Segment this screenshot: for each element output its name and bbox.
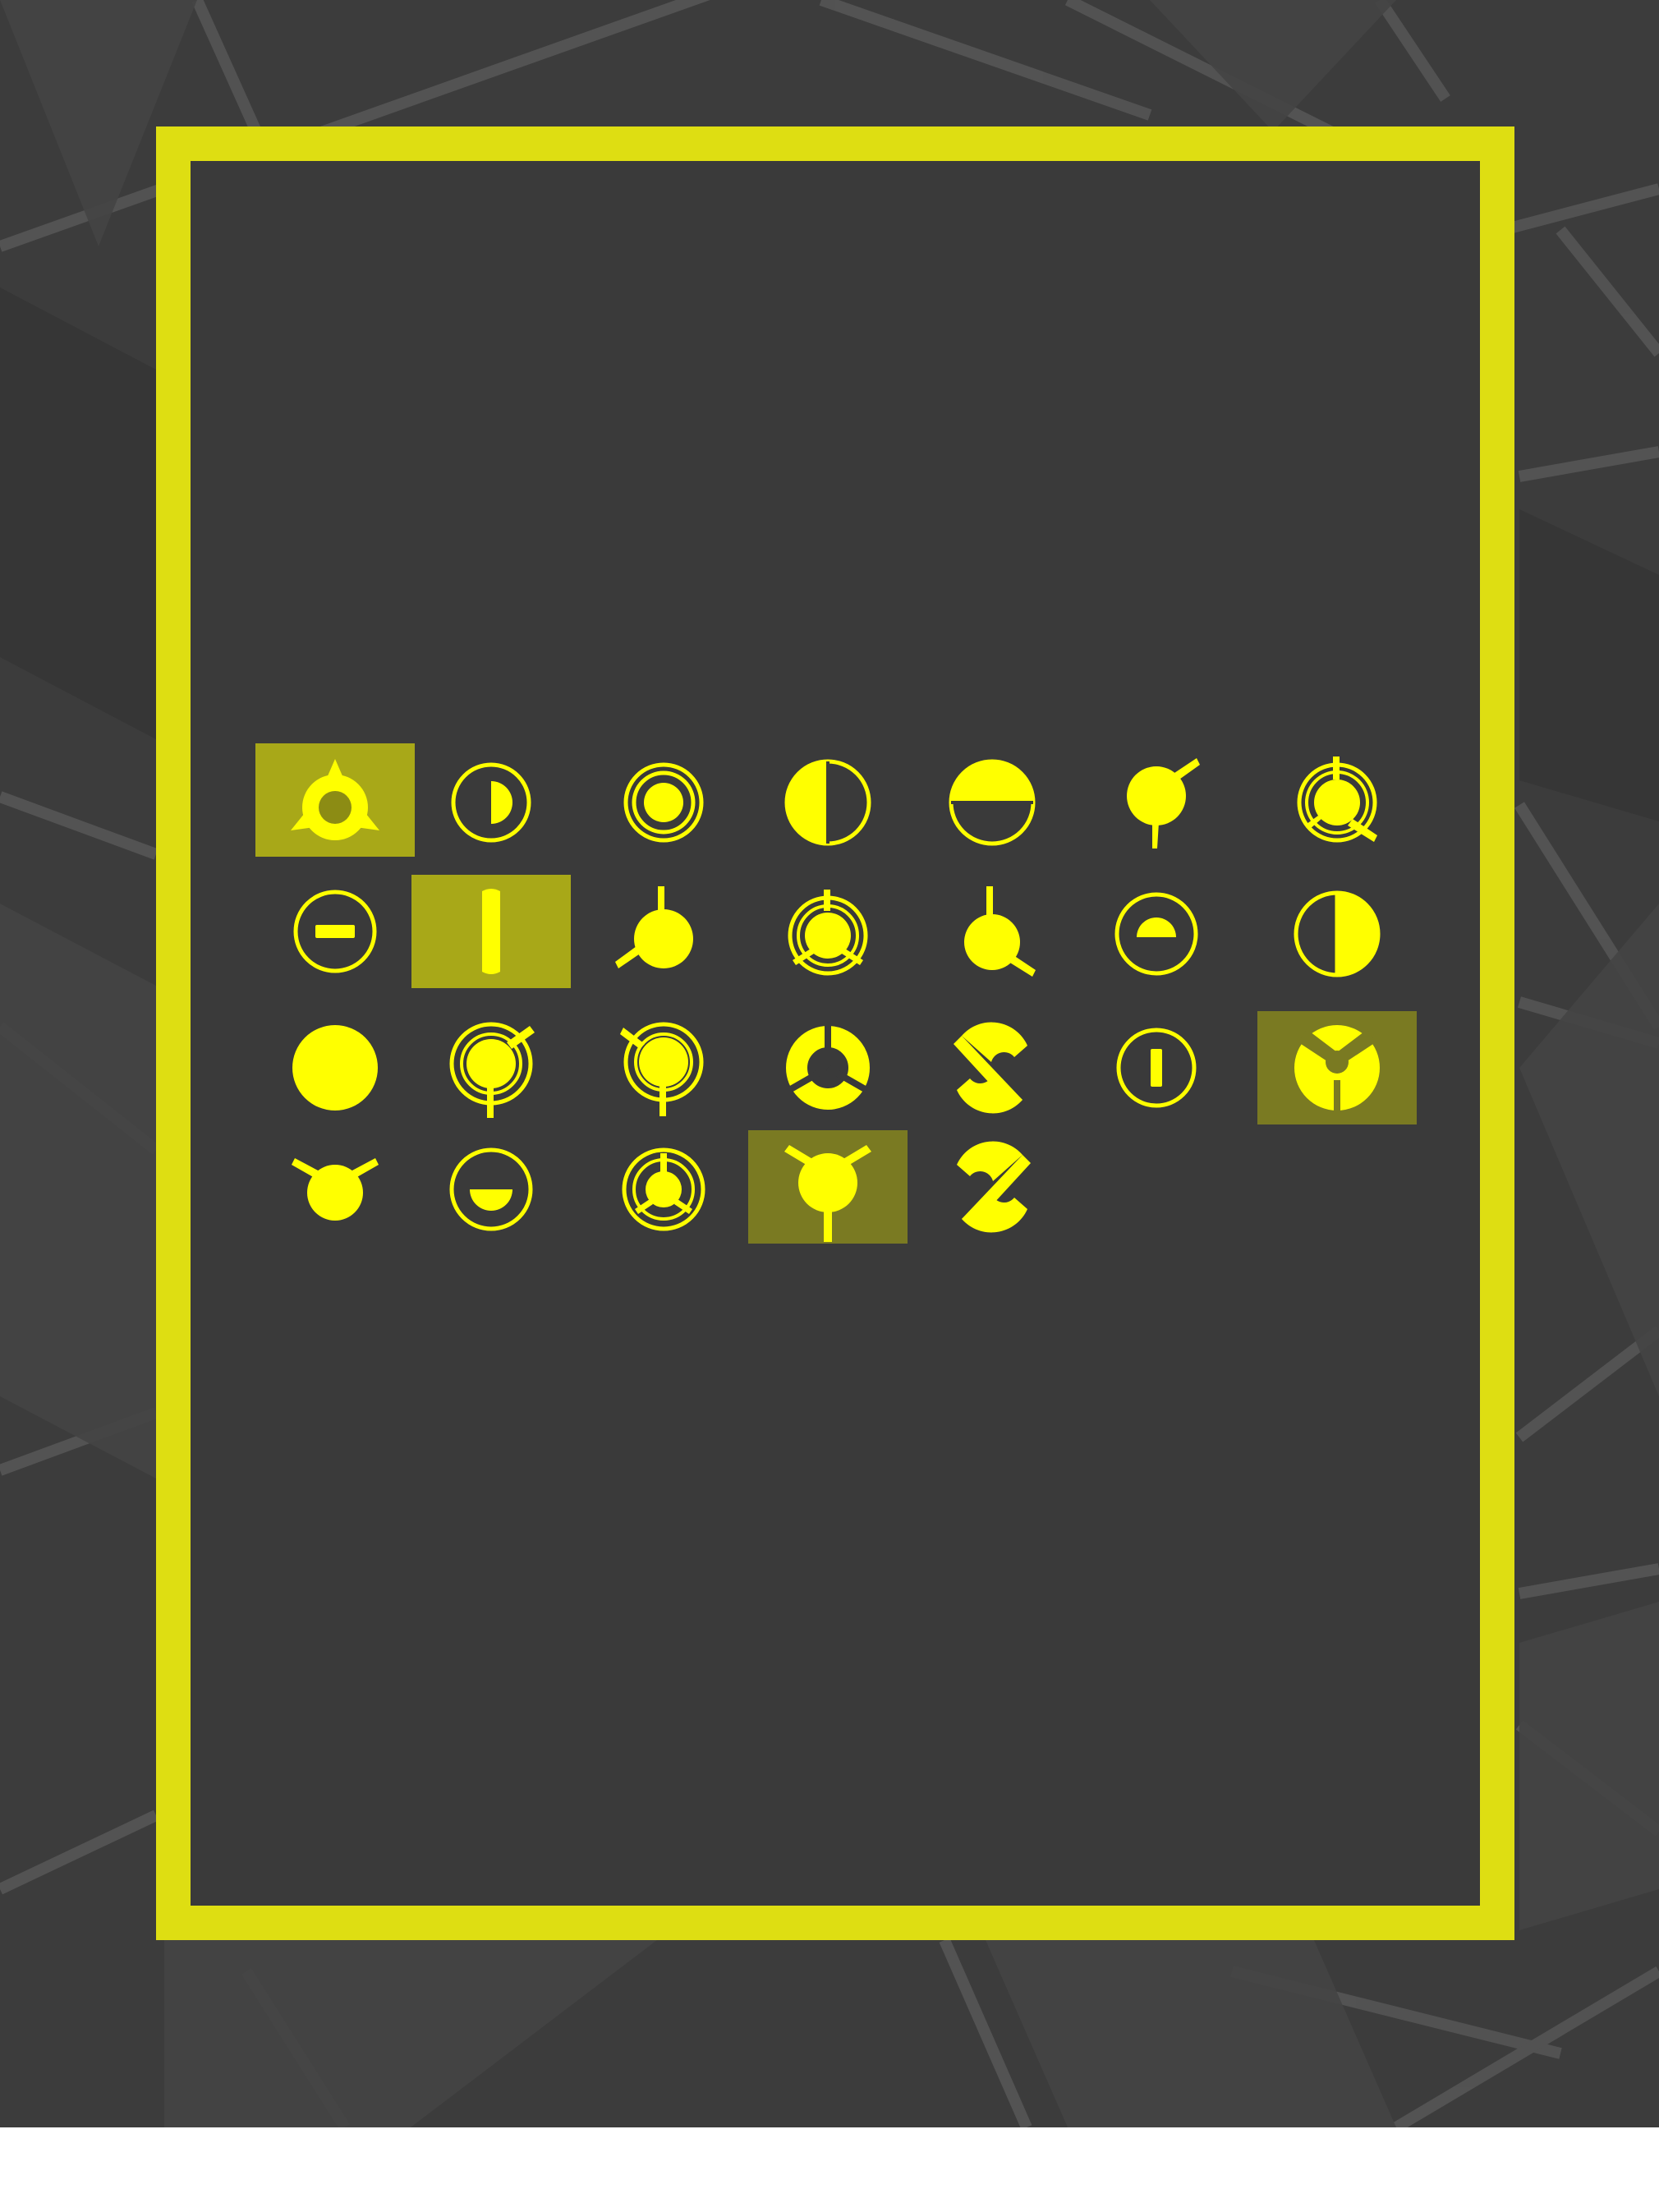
- tile-ring-dot-triple-spokes-icon[interactable]: [584, 1130, 743, 1244]
- tile-notched-disc-icon[interactable]: [1257, 1011, 1417, 1124]
- ring-three-spikes-icon: [291, 759, 379, 840]
- tile-dot-horns-icon[interactable]: [255, 1130, 415, 1244]
- segmented-ring-icon: [786, 1023, 870, 1110]
- tile-ring-bar-vertical-icon[interactable]: [1077, 1011, 1236, 1124]
- ring-dot-icon: [623, 762, 704, 843]
- tile-half-moon-horizontal-icon[interactable]: [912, 743, 1072, 857]
- z-swirl-icon: [957, 1141, 1031, 1233]
- page-footer: [0, 2127, 1659, 2212]
- half-moon-horizontal-icon: [949, 759, 1036, 846]
- tile-dot-y-spokes-icon[interactable]: [748, 1130, 908, 1244]
- ring-half-cap-icon: [1114, 892, 1198, 976]
- tile-half-moon-vertical-icon[interactable]: [748, 743, 908, 857]
- tile-ring-dot-cross-spokes-icon[interactable]: [748, 875, 908, 988]
- tile-ring-dot-three-spokes-icon[interactable]: [1257, 743, 1417, 857]
- ring-bar-vertical-icon: [1116, 1028, 1197, 1108]
- ring-half-dot-icon: [451, 762, 531, 843]
- tile-ring-half-dot-icon[interactable]: [411, 743, 571, 857]
- tile-ring-dot-two-spokes-b-icon[interactable]: [584, 1011, 743, 1124]
- dot-two-spokes-icon: [1127, 758, 1200, 848]
- tile-ring-dot-two-spokes-icon[interactable]: [411, 1011, 571, 1124]
- half-moon-vertical-icon: [784, 759, 871, 846]
- solid-disc-icon: [292, 1025, 378, 1111]
- bar-vertical-icon: [482, 889, 500, 974]
- tile-bar-vertical-icon[interactable]: [411, 875, 571, 988]
- tile-ring-half-bottom-icon[interactable]: [411, 1130, 571, 1244]
- tile-dot-three-spokes-b-icon[interactable]: [912, 875, 1072, 988]
- dot-three-spokes-a-icon: [615, 886, 693, 968]
- ring-dot-two-spokes-icon: [449, 1022, 535, 1118]
- tile-segmented-ring-icon[interactable]: [748, 1011, 908, 1124]
- ring-bar-horizontal-icon: [293, 890, 377, 973]
- tile-ring-half-cap-icon[interactable]: [1077, 875, 1236, 988]
- ring-dot-cross-spokes-icon: [788, 890, 868, 976]
- dot-horns-icon: [292, 1158, 379, 1221]
- s-swirl-icon: [954, 1022, 1027, 1114]
- tile-ring-three-spikes-icon[interactable]: [255, 743, 415, 857]
- ring-dot-three-spokes-icon: [1297, 756, 1377, 843]
- tile-ring-bar-horizontal-icon[interactable]: [255, 875, 415, 988]
- ring-half-bottom-icon: [449, 1147, 533, 1231]
- tile-z-swirl-icon[interactable]: [912, 1130, 1072, 1244]
- dot-three-spokes-b-icon: [964, 886, 1036, 977]
- dot-y-spokes-icon: [784, 1145, 871, 1242]
- ring-dot-triple-spokes-icon: [622, 1147, 705, 1231]
- tile-ring-half-right-icon[interactable]: [1257, 875, 1417, 988]
- ring-half-right-icon: [1294, 890, 1381, 977]
- tile-s-swirl-icon[interactable]: [912, 1011, 1072, 1124]
- tile-dot-two-spokes-icon[interactable]: [1077, 743, 1236, 857]
- tile-ring-dot-icon[interactable]: [584, 743, 743, 857]
- notched-disc-icon: [1294, 1025, 1380, 1113]
- ring-dot-two-spokes-b-icon: [620, 1022, 704, 1116]
- tile-solid-disc-icon[interactable]: [255, 1011, 415, 1124]
- tile-dot-three-spokes-a-icon[interactable]: [584, 875, 743, 988]
